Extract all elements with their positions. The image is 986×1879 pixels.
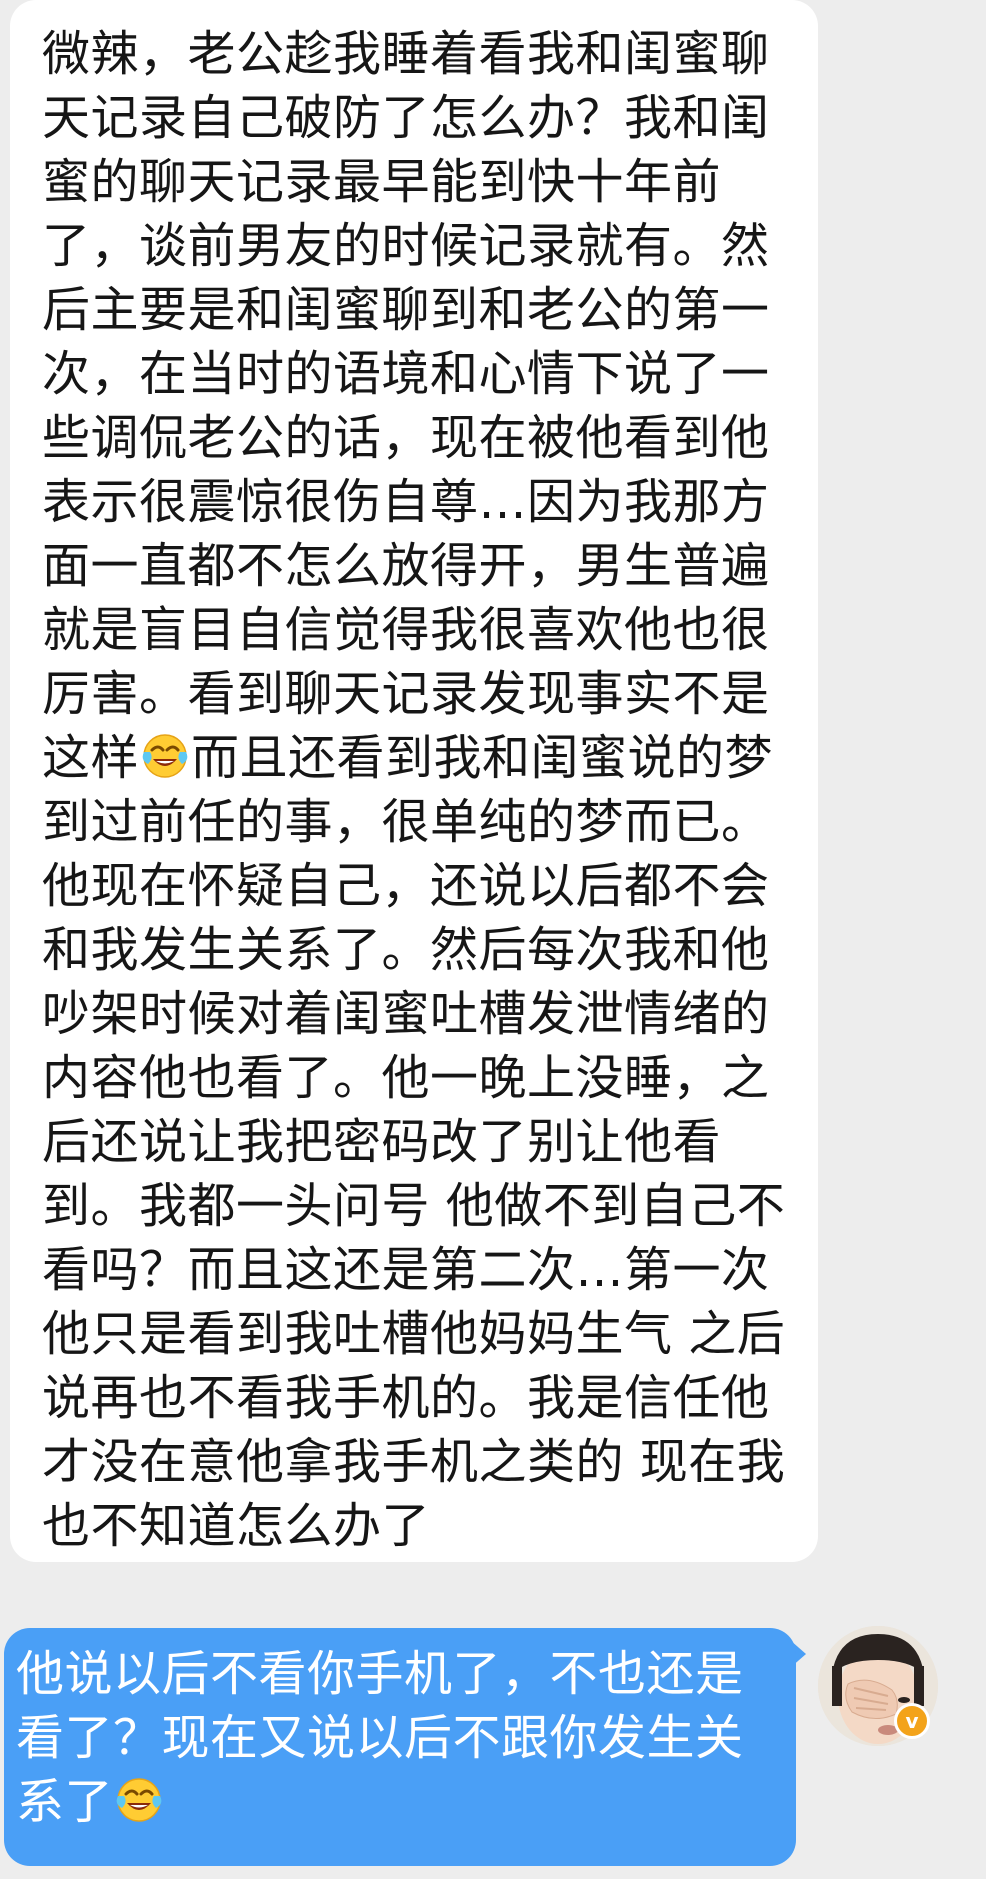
message-line: 说再也不看我手机的。我是信任他	[42, 1370, 770, 1426]
message-line: 就是盲目自信觉得我很喜欢他也很	[42, 602, 770, 658]
message-line: 他只是看到我吐槽他妈妈生气 之后	[42, 1306, 786, 1362]
message-line: 蜜的聊天记录最早能到快十年前	[42, 154, 722, 210]
message-text: 系了	[16, 1774, 114, 1830]
message-line: 和我发生关系了。然后每次我和他	[42, 922, 770, 978]
message-line: 他现在怀疑自己，还说以后都不会	[42, 858, 770, 914]
outgoing-message-bubble[interactable]: 他说以后不看你手机了，不也还是 看了？现在又说以后不跟你发生关 系了	[4, 1628, 796, 1866]
message-line: 到。我都一头问号 他做不到自己不	[42, 1178, 786, 1234]
message-line: 看了？现在又说以后不跟你发生关	[16, 1710, 744, 1766]
message-line: 到过前任的事，很单纯的梦而已。	[42, 794, 770, 850]
laugh-cry-emoji	[140, 730, 190, 780]
message-line: 后主要是和闺蜜聊到和老公的第一	[42, 282, 770, 338]
message-text: 而且还看到我和闺蜜说的梦	[191, 730, 774, 786]
laugh-cry-emoji	[114, 1774, 164, 1824]
message-line: 内容他也看了。他一晚上没睡，之	[42, 1050, 770, 1106]
message-line: 看吗？而且这还是第二次…第一次	[42, 1242, 770, 1298]
message-line: 微辣，老公趁我睡着看我和闺蜜聊	[42, 26, 770, 82]
message-line: 后还说让我把密码改了别让他看	[42, 1114, 722, 1170]
message-line: 了，谈前男友的时候记录就有。然	[42, 218, 770, 274]
message-line: 表示很震惊很伤自尊…因为我那方	[42, 474, 770, 530]
message-line-with-emoji: 系了	[16, 1770, 780, 1834]
message-line-with-emoji: 这样 而且还看到我和闺蜜说的梦	[42, 726, 798, 790]
message-text: 这样	[42, 730, 140, 786]
message-line: 面一直都不怎么放得开，男生普遍	[42, 538, 770, 594]
message-line: 他说以后不看你手机了，不也还是	[16, 1646, 744, 1702]
message-line: 次，在当时的语境和心情下说了一	[42, 346, 770, 402]
message-line: 也不知道怎么办了	[42, 1498, 431, 1554]
message-line: 才没在意他拿我手机之类的 现在我	[42, 1434, 786, 1490]
message-line: 厉害。看到聊天记录发现事实不是	[42, 666, 770, 722]
incoming-message-bubble[interactable]: 微辣，老公趁我睡着看我和闺蜜聊 天记录自己破防了怎么办？我和闺 蜜的聊天记录最早…	[10, 0, 818, 1562]
message-line: 天记录自己破防了怎么办？我和闺	[42, 90, 770, 146]
message-line: 吵架时候对着闺蜜吐槽发泄情绪的	[42, 986, 770, 1042]
message-line: 些调侃老公的话，现在被他看到他	[42, 410, 770, 466]
verified-badge-icon: v	[894, 1703, 930, 1739]
